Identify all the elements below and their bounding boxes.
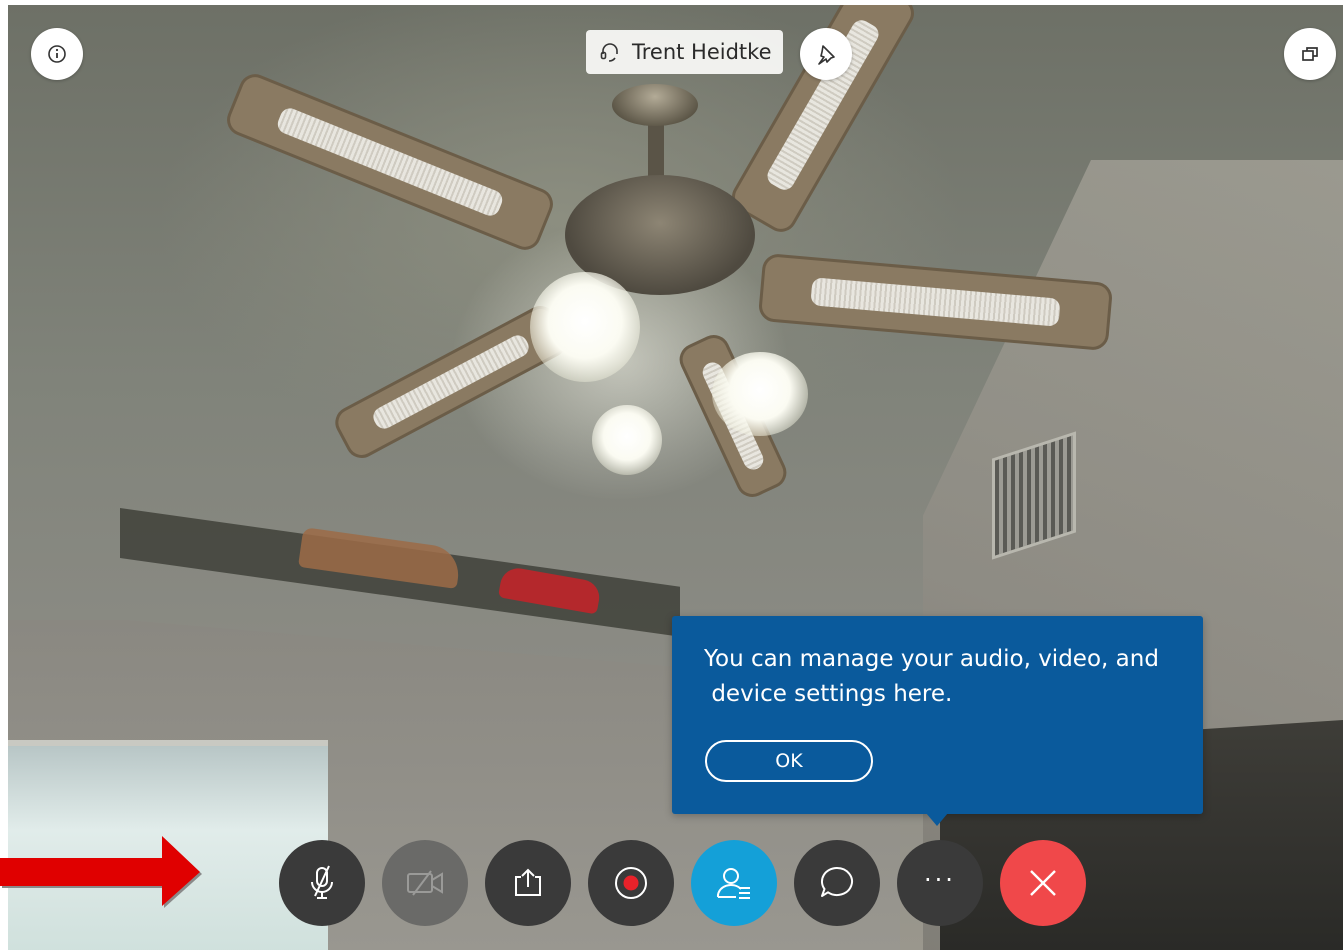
pin-button[interactable] — [800, 28, 852, 80]
close-x-icon — [1030, 870, 1056, 896]
tooltip-pointer — [926, 813, 948, 826]
annotation-arrow — [0, 836, 202, 908]
headset-icon — [600, 43, 618, 62]
light-bulb — [530, 272, 640, 382]
frame-edge — [0, 0, 8, 950]
light-bulb — [712, 352, 808, 436]
settings-tooltip: You can manage your audio, video, and de… — [672, 616, 1203, 814]
participant-name: Trent Heidtke — [632, 40, 772, 64]
share-content-icon — [515, 868, 541, 896]
mute-button[interactable] — [279, 840, 365, 926]
video-button[interactable] — [382, 840, 468, 926]
video-off-icon — [407, 870, 443, 896]
record-button[interactable] — [588, 840, 674, 926]
participants-button[interactable] — [691, 840, 777, 926]
more-dots-icon: ··· — [924, 866, 956, 894]
record-icon — [615, 867, 647, 899]
light-bulb — [592, 405, 662, 475]
active-speaker-tag: Trent Heidtke — [586, 30, 783, 74]
meeting-info-button[interactable] — [31, 28, 83, 80]
tooltip-ok-button[interactable]: OK — [705, 740, 873, 782]
tooltip-message: You can manage your audio, video, and de… — [704, 646, 1159, 707]
share-button[interactable] — [485, 840, 571, 926]
participants-icon — [716, 868, 750, 899]
more-options-button[interactable]: ··· — [897, 840, 983, 926]
fan-blade — [222, 69, 558, 255]
microphone-muted-icon — [311, 865, 333, 899]
layout-icon — [1302, 47, 1318, 61]
chat-bubble-icon — [820, 866, 853, 897]
info-icon — [48, 45, 66, 63]
end-call-button[interactable] — [1000, 840, 1086, 926]
chat-button[interactable] — [794, 840, 880, 926]
switch-layout-button[interactable] — [1284, 28, 1336, 80]
pin-icon — [818, 45, 835, 65]
frame-edge — [0, 0, 1343, 5]
fan-canopy — [612, 84, 698, 126]
